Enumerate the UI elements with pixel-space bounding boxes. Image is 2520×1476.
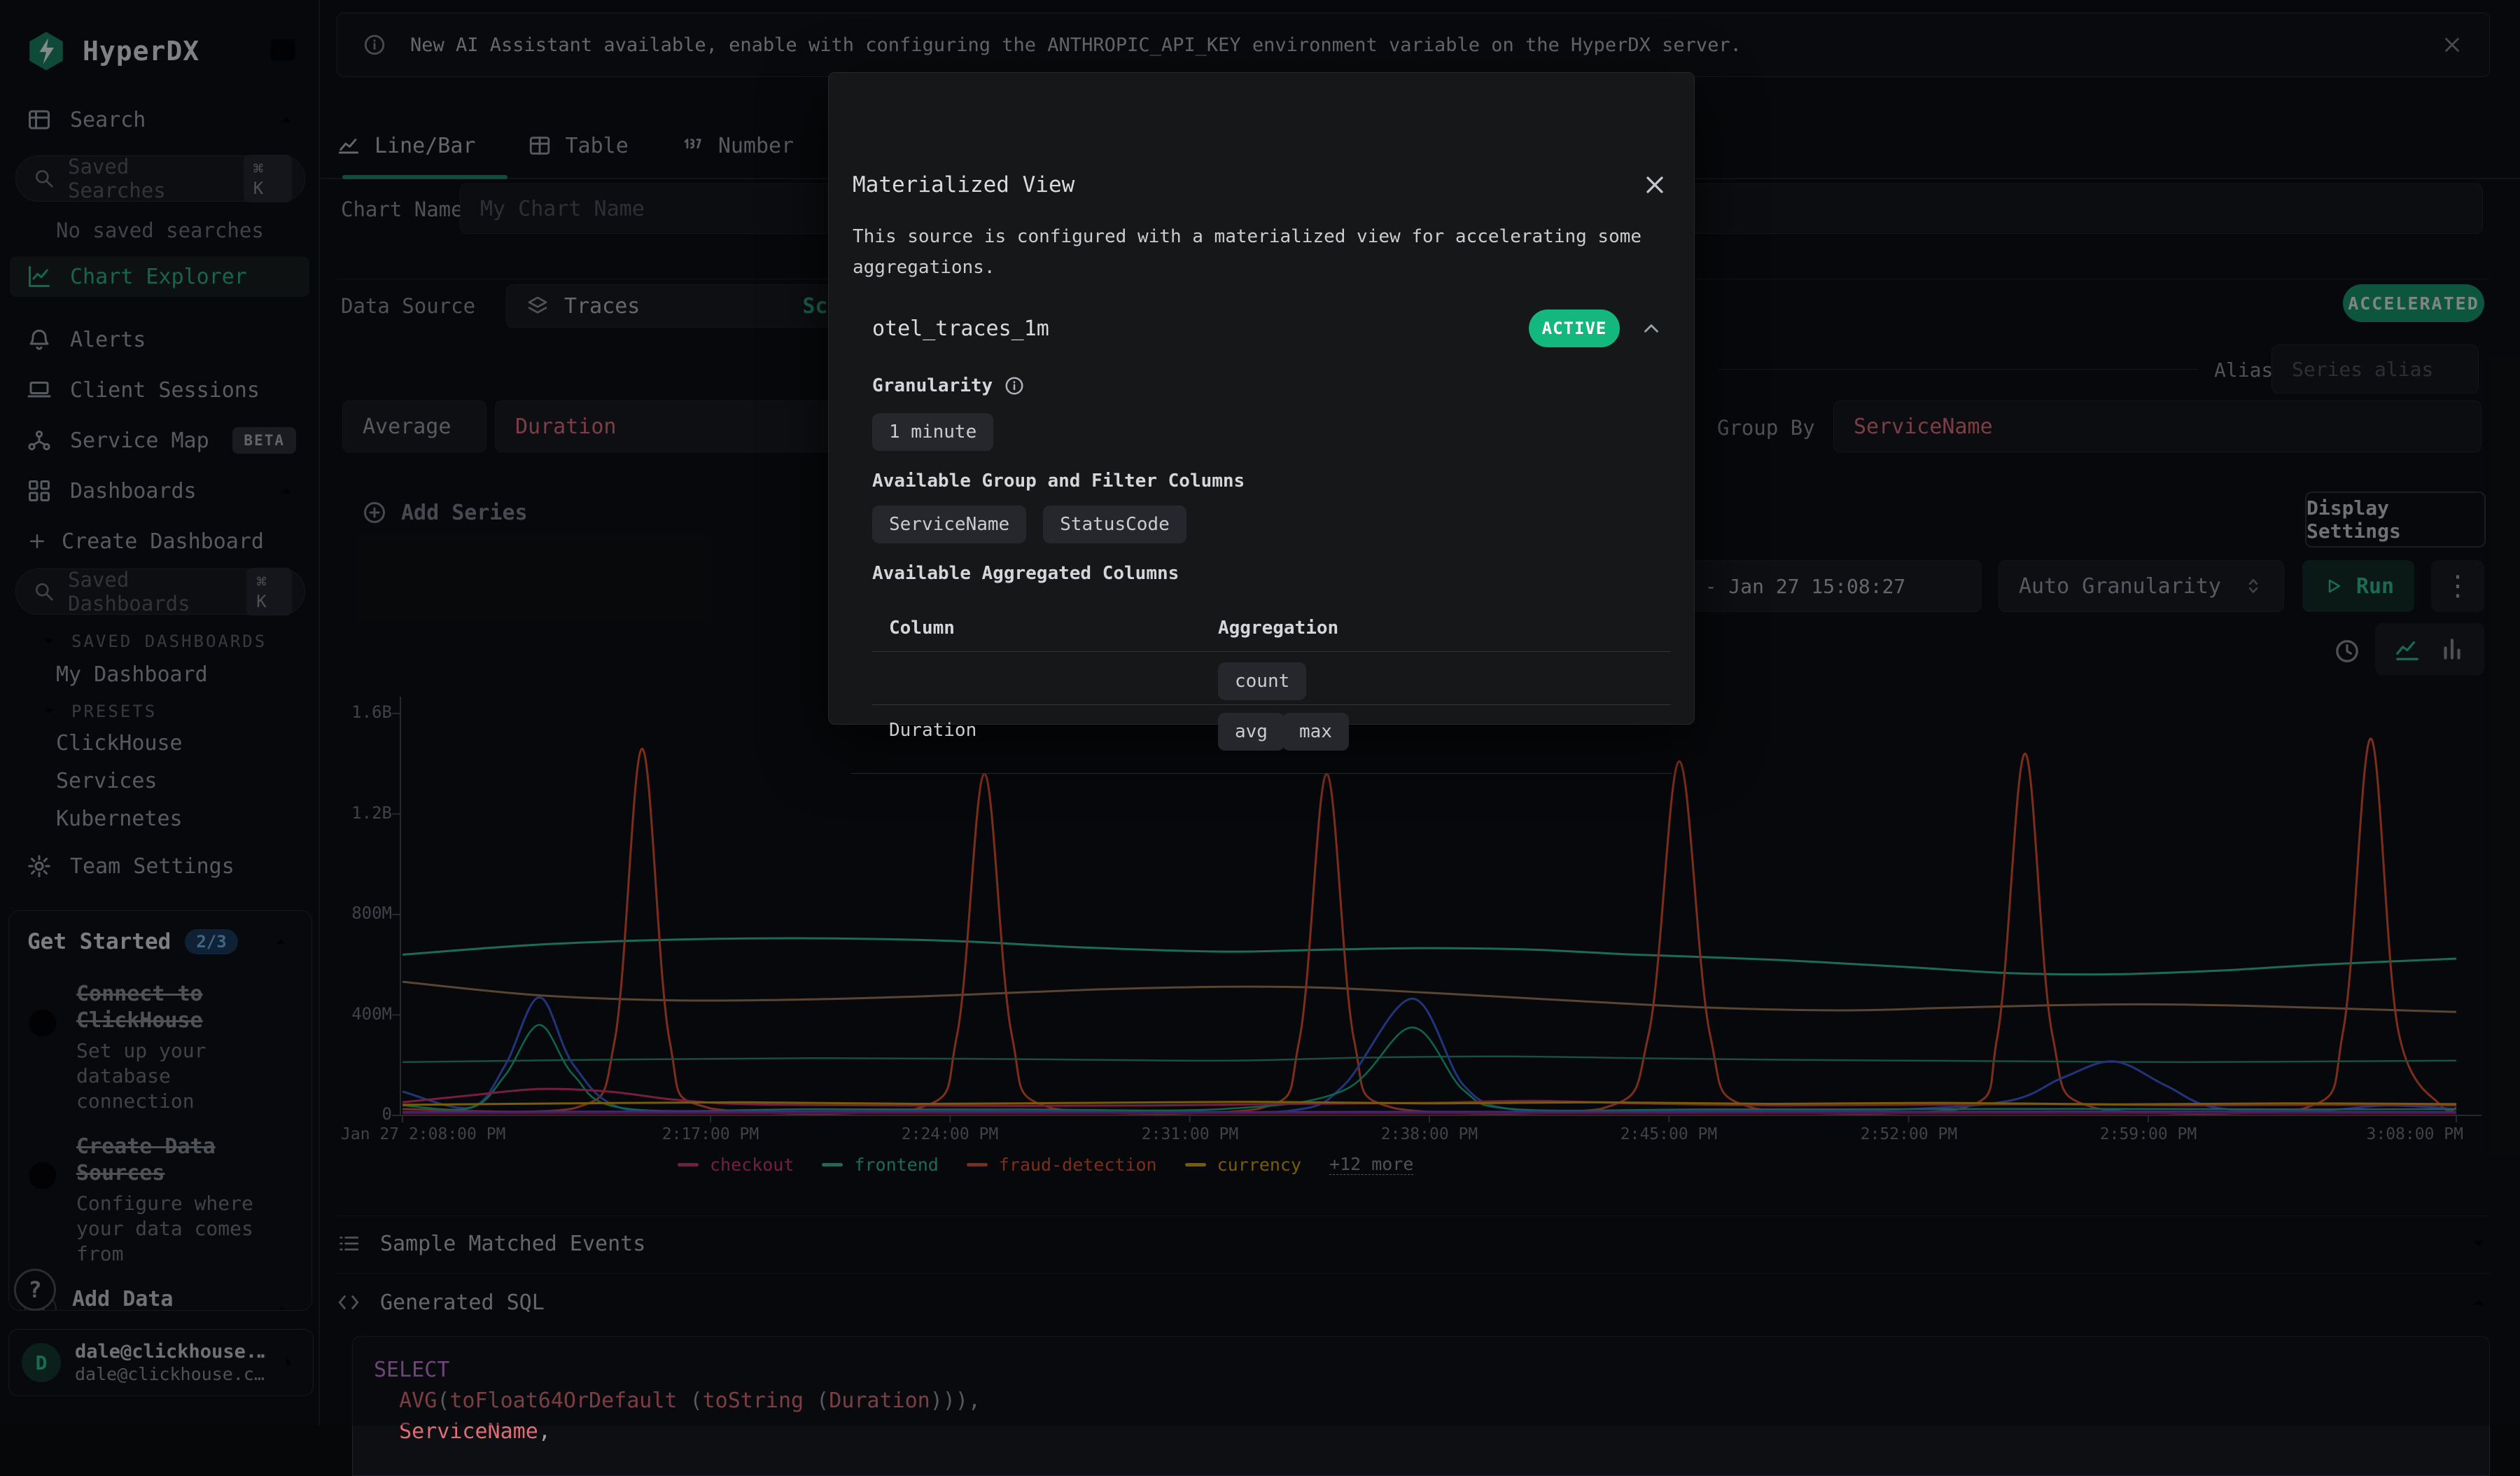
close-icon[interactable]: [1641, 171, 1669, 199]
table-divider: [872, 651, 1670, 652]
chevron-up-icon[interactable]: [1639, 316, 1663, 340]
aggregated-section: Available Aggregated Columns: [872, 563, 1179, 584]
modal-footer-divider: [851, 773, 1672, 774]
group-filter-chips: ServiceName StatusCode: [872, 506, 1186, 543]
materialized-view-name: otel_traces_1m: [872, 316, 1049, 341]
modal-description: This source is configured with a materia…: [853, 221, 1658, 283]
group-filter-label: Available Group and Filter Columns: [872, 471, 1245, 492]
group-filter-section: Available Group and Filter Columns: [872, 471, 1245, 492]
granularity-section: Granularity: [872, 375, 1025, 396]
granularity-chip: 1 minute: [872, 413, 993, 451]
granularity-label: Granularity: [872, 375, 993, 396]
table-header-aggregation: Aggregation: [1218, 618, 1338, 639]
table-header-column: Column: [889, 618, 955, 639]
column-chip: StatusCode: [1043, 506, 1186, 543]
aggregation-chip: max: [1282, 713, 1349, 751]
table-divider: [872, 704, 1670, 705]
aggregation-chip: count: [1218, 662, 1306, 700]
status-badge: ACTIVE: [1529, 309, 1620, 347]
info-icon[interactable]: [1004, 375, 1025, 396]
modal-title: Materialized View: [853, 172, 1074, 197]
aggregation-chip: avg: [1218, 713, 1284, 751]
aggregated-label: Available Aggregated Columns: [872, 563, 1179, 584]
column-chip: ServiceName: [872, 506, 1026, 543]
table-cell-column: Duration: [889, 720, 976, 741]
materialized-view-modal: Materialized View This source is configu…: [828, 72, 1695, 725]
